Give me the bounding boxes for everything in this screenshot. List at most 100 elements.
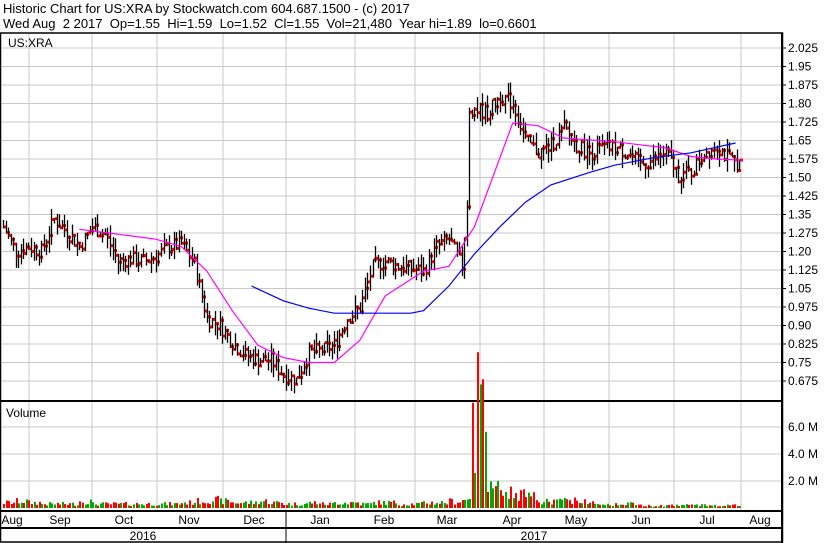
volume-bar bbox=[408, 505, 410, 508]
volume-bar bbox=[26, 499, 28, 508]
y-tick-label: 1.50 bbox=[788, 171, 812, 185]
volume-bar bbox=[383, 500, 385, 508]
year-label: 2017 bbox=[521, 529, 548, 543]
volume-bar bbox=[663, 506, 665, 508]
month-label: Aug bbox=[1, 513, 22, 527]
volume-bar bbox=[395, 503, 397, 508]
volume-bar bbox=[566, 499, 568, 508]
volume-bar bbox=[528, 492, 530, 508]
volume-bar bbox=[156, 505, 158, 508]
volume-bar bbox=[691, 504, 693, 508]
volume-bar bbox=[464, 499, 466, 508]
volume-bar bbox=[541, 504, 543, 508]
volume-bar bbox=[23, 503, 25, 508]
volume-bar bbox=[584, 499, 586, 508]
month-label: Nov bbox=[178, 513, 199, 527]
volume-bar bbox=[209, 503, 211, 508]
volume-bar bbox=[709, 505, 711, 508]
volume-bar bbox=[564, 497, 566, 508]
volume-tick-label: 4.0 M bbox=[788, 447, 818, 461]
volume-bar bbox=[551, 504, 553, 508]
volume-bar bbox=[604, 505, 606, 508]
month-label: Jun bbox=[631, 513, 650, 527]
month-label: Jul bbox=[699, 513, 714, 527]
volume-bar bbox=[204, 503, 206, 508]
volume-bar bbox=[546, 498, 548, 508]
volume-bar bbox=[314, 501, 316, 508]
volume-bar bbox=[714, 504, 716, 508]
volume-bar bbox=[556, 499, 558, 508]
volume-bar bbox=[671, 504, 673, 508]
volume-bar bbox=[530, 496, 532, 508]
volume-bar bbox=[411, 503, 413, 508]
volume-bar bbox=[263, 501, 265, 508]
volume-bar bbox=[301, 505, 303, 508]
volume-bar bbox=[446, 504, 448, 508]
volume-bar bbox=[158, 505, 160, 508]
volume-bar bbox=[635, 505, 637, 508]
volume-bar bbox=[681, 504, 683, 508]
stock-chart: Historic Chart for US:XRA by Stockwatch.… bbox=[0, 0, 830, 543]
volume-bar bbox=[39, 501, 41, 508]
volume-bar bbox=[515, 493, 517, 508]
volume-bar bbox=[388, 500, 390, 508]
volume-bar bbox=[59, 504, 61, 508]
volume-bar bbox=[561, 499, 563, 508]
volume-bar bbox=[426, 503, 428, 508]
volume-bar bbox=[82, 502, 84, 508]
volume-bar bbox=[34, 501, 36, 508]
volume-bar bbox=[296, 505, 298, 508]
volume-bar bbox=[250, 500, 252, 508]
volume-bar bbox=[243, 502, 245, 508]
volume-bar bbox=[413, 505, 415, 508]
volume-bar bbox=[520, 490, 522, 508]
volume-bar bbox=[97, 505, 99, 508]
volume-bar bbox=[90, 499, 92, 508]
volume-bar bbox=[189, 500, 191, 508]
volume-bar bbox=[316, 504, 318, 508]
volume-bar bbox=[699, 506, 701, 508]
volume-bar bbox=[676, 504, 678, 508]
month-label: Jan bbox=[310, 513, 329, 527]
volume-bar bbox=[423, 501, 425, 508]
volume-bar bbox=[230, 502, 232, 508]
volume-bar bbox=[6, 500, 8, 508]
volume-bar bbox=[44, 504, 46, 508]
volume-bar bbox=[729, 505, 731, 508]
volume-bar bbox=[21, 502, 23, 508]
volume-bar bbox=[416, 502, 418, 508]
volume-bar bbox=[627, 502, 629, 508]
volume-bar bbox=[694, 505, 696, 508]
volume-bar bbox=[576, 500, 578, 508]
volume-bar bbox=[625, 505, 627, 508]
volume-bar bbox=[602, 504, 604, 508]
volume-bar bbox=[100, 503, 102, 508]
volume-bar bbox=[347, 504, 349, 508]
volume-bar bbox=[502, 495, 504, 508]
volume-bar bbox=[327, 505, 329, 508]
volume-bar bbox=[176, 503, 178, 508]
volume-bar bbox=[574, 497, 576, 508]
volume-bar bbox=[622, 504, 624, 508]
volume-bar bbox=[436, 503, 438, 508]
volume-bar bbox=[174, 503, 176, 508]
volume-bar bbox=[727, 504, 729, 508]
month-label: Oct bbox=[115, 513, 134, 527]
volume-bar bbox=[724, 505, 726, 508]
volume-bar bbox=[482, 379, 484, 508]
volume-bar bbox=[329, 502, 331, 508]
volume-bar bbox=[480, 384, 482, 508]
volume-bar bbox=[51, 503, 53, 508]
volume-bar bbox=[668, 504, 670, 508]
volume-bar bbox=[184, 502, 186, 508]
volume-bar bbox=[431, 501, 433, 508]
volume-bar bbox=[181, 503, 183, 508]
volume-bar bbox=[283, 505, 285, 508]
y-tick-label: 0.675 bbox=[788, 374, 818, 388]
y-tick-label: 1.65 bbox=[788, 134, 812, 148]
volume-bar bbox=[643, 506, 645, 508]
volume-bar bbox=[525, 497, 527, 508]
y-tick-label: 1.95 bbox=[788, 60, 812, 74]
volume-bar bbox=[291, 505, 293, 508]
volume-bar bbox=[594, 503, 596, 508]
